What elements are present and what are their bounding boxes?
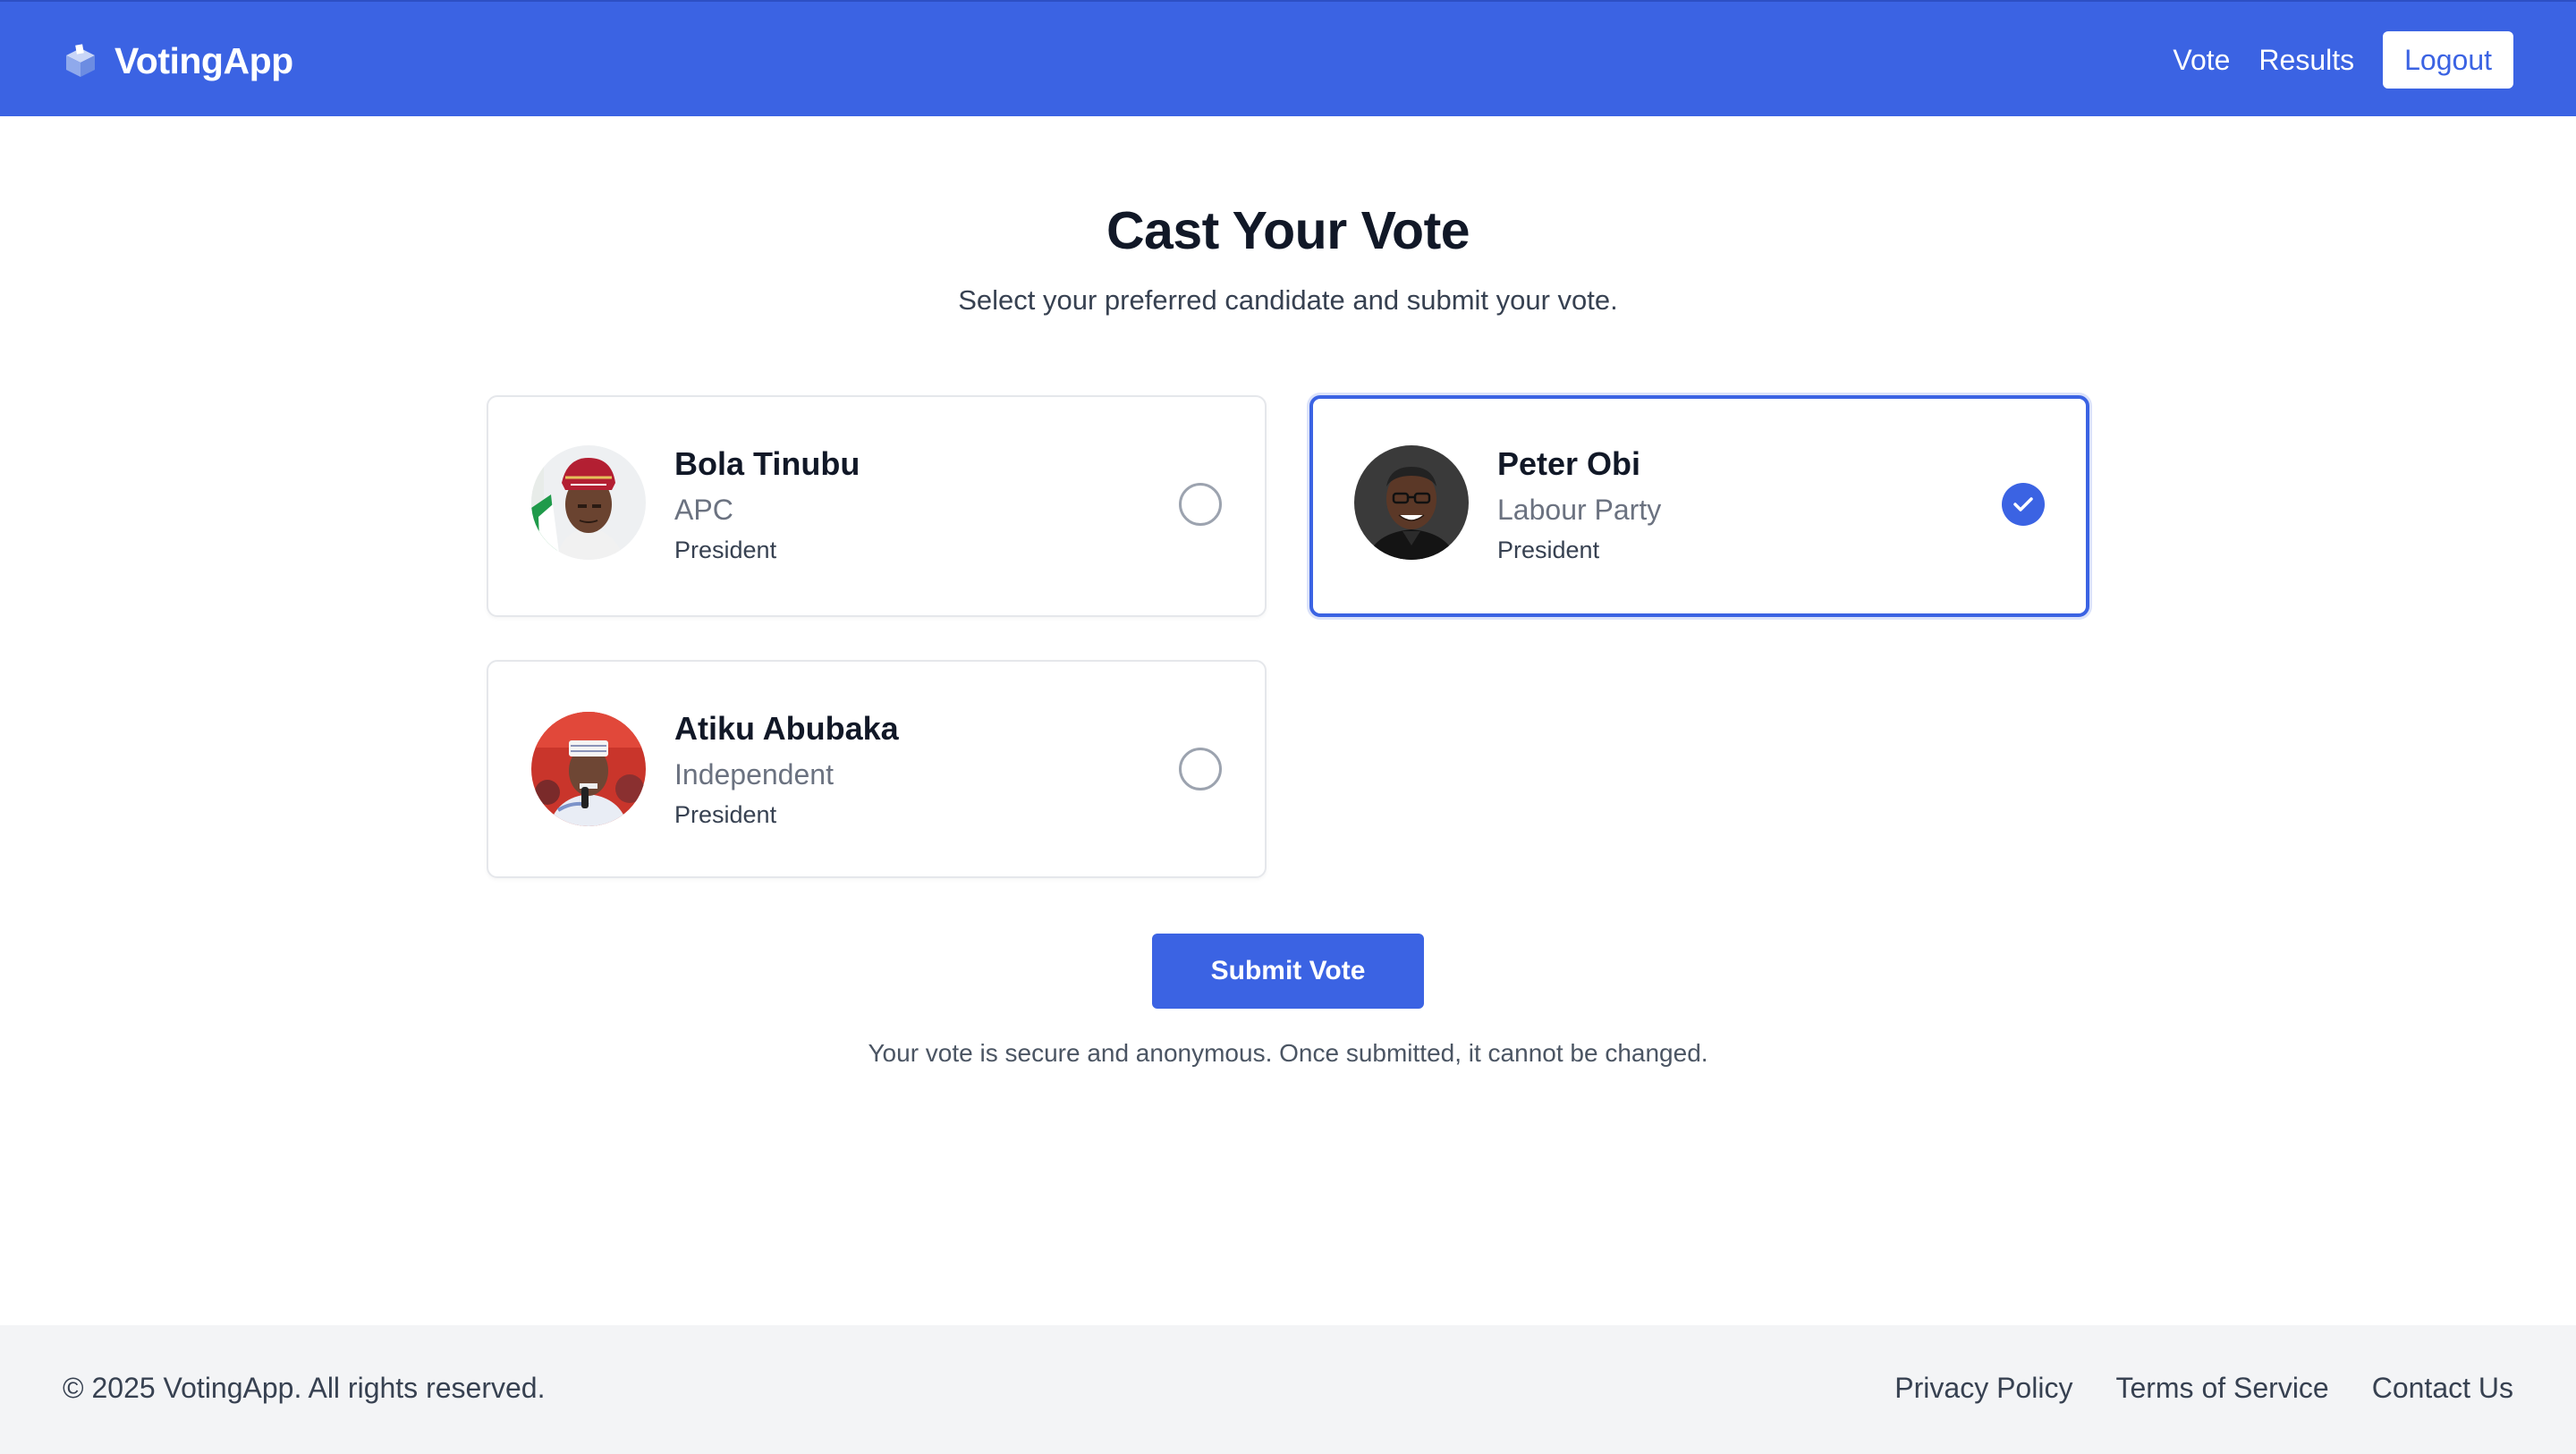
page-subtitle: Select your preferred candidate and subm… <box>958 284 1618 316</box>
nav-links: Vote Results Logout <box>2173 31 2513 89</box>
submit-vote-button[interactable]: Submit Vote <box>1152 934 1424 1009</box>
candidate-party: APC <box>674 494 733 526</box>
nav-results-link[interactable]: Results <box>2258 44 2354 77</box>
brand-name: VotingApp <box>114 39 293 81</box>
candidate-photo <box>1354 445 1469 560</box>
ballot-box-icon <box>66 44 95 77</box>
candidate-role: President <box>674 801 777 828</box>
top-navbar: VotingApp Vote Results Logout <box>0 0 2576 116</box>
radio-checked-icon[interactable] <box>2002 483 2045 526</box>
candidate-card-peter-obi[interactable]: Peter Obi Labour Party President <box>1309 395 2089 617</box>
candidate-card-atiku-abubaka[interactable]: Atiku Abubaka Independent President <box>487 660 1267 878</box>
page-title: Cast Your Vote <box>1106 201 1470 260</box>
candidate-photo <box>531 445 646 560</box>
footer: © 2025 VotingApp. All rights reserved. P… <box>0 1325 2576 1454</box>
candidate-name: Bola Tinubu <box>674 445 860 482</box>
radio-unchecked-icon[interactable] <box>1179 483 1222 526</box>
nav-vote-link[interactable]: Vote <box>2173 44 2230 77</box>
candidate-party: Labour Party <box>1497 494 1662 526</box>
candidate-party: Independent <box>674 758 834 790</box>
candidate-photo <box>531 712 646 826</box>
privacy-policy-link[interactable]: Privacy Policy <box>1894 1372 2072 1405</box>
candidate-name: Atiku Abubaka <box>674 710 899 747</box>
contact-us-link[interactable]: Contact Us <box>2372 1372 2513 1405</box>
copyright-text: © 2025 VotingApp. All rights reserved. <box>63 1372 546 1404</box>
candidate-name: Peter Obi <box>1497 445 1641 482</box>
vote-security-note: Your vote is secure and anonymous. Once … <box>868 1039 1708 1067</box>
brand[interactable]: VotingApp <box>63 39 293 81</box>
logout-button[interactable]: Logout <box>2383 31 2513 89</box>
radio-unchecked-icon[interactable] <box>1179 748 1222 790</box>
candidate-card-bola-tinubu[interactable]: Bola Tinubu APC President <box>487 395 1267 617</box>
terms-of-service-link[interactable]: Terms of Service <box>2115 1372 2328 1405</box>
footer-links: Privacy Policy Terms of Service Contact … <box>1852 1372 2513 1405</box>
candidate-role: President <box>1497 537 1600 563</box>
candidate-role: President <box>674 537 777 563</box>
checkmark-icon <box>2013 497 2033 511</box>
